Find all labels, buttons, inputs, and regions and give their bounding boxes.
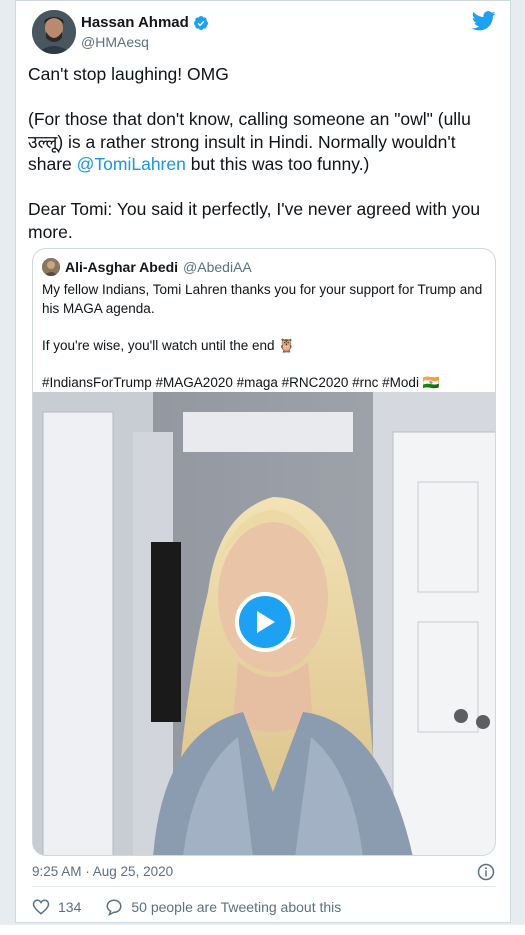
play-button[interactable] — [235, 592, 295, 652]
quoted-tweet[interactable]: Ali-Asghar Abedi @AbediAA My fellow Indi… — [32, 248, 496, 856]
like-count: 134 — [58, 899, 82, 915]
quoted-text-line2: If you're wise, you'll watch until the e… — [42, 337, 296, 353]
quoted-hashtags[interactable]: #IndiansForTrump #MAGA2020 #maga #RNC202… — [42, 375, 440, 390]
quoted-author-name[interactable]: Ali-Asghar Abedi — [65, 259, 178, 275]
mention-link[interactable]: @TomiLahren — [77, 154, 186, 174]
divider — [32, 886, 496, 887]
video-player[interactable] — [33, 392, 495, 855]
tweet-text-p2-end: but this was too funny.) — [185, 154, 370, 174]
play-icon — [257, 611, 275, 633]
reply-bubble-icon — [106, 899, 122, 916]
info-icon[interactable] — [477, 863, 495, 881]
twitter-bird-icon[interactable] — [472, 11, 496, 31]
like-button[interactable]: 134 — [32, 898, 81, 916]
quoted-author-handle[interactable]: @AbediAA — [183, 259, 252, 275]
tweet-actions: 134 50 people are Tweeting about this — [32, 898, 341, 916]
verified-badge-icon — [193, 16, 208, 30]
heart-icon — [32, 899, 50, 915]
tweet-text-p1: Can't stop laughing! OMG — [28, 64, 229, 84]
author-handle[interactable]: @HMAesq — [81, 33, 149, 51]
conversation-text: 50 people are Tweeting about this — [131, 899, 342, 915]
quoted-author-avatar[interactable] — [42, 258, 60, 276]
author-avatar[interactable] — [32, 10, 76, 54]
quoted-tweet-text: My fellow Indians, Tomi Lahren thanks yo… — [42, 281, 488, 392]
tweet-card: Hassan Ahmad @HMAesq Can't stop laughing… — [15, 0, 511, 923]
page-bottom-edge — [0, 925, 525, 935]
quoted-text-line1: My fellow Indians, Tomi Lahren thanks yo… — [42, 282, 486, 316]
tweet-text-p3: Dear Tomi: You said it perfectly, I've n… — [28, 199, 485, 242]
tweet-timestamp[interactable]: 9:25 AM · Aug 25, 2020 — [32, 864, 173, 879]
tweet-text: Can't stop laughing! OMG (For those that… — [28, 63, 496, 243]
author-name[interactable]: Hassan Ahmad — [81, 14, 189, 32]
conversation-link[interactable]: 50 people are Tweeting about this — [105, 898, 341, 916]
